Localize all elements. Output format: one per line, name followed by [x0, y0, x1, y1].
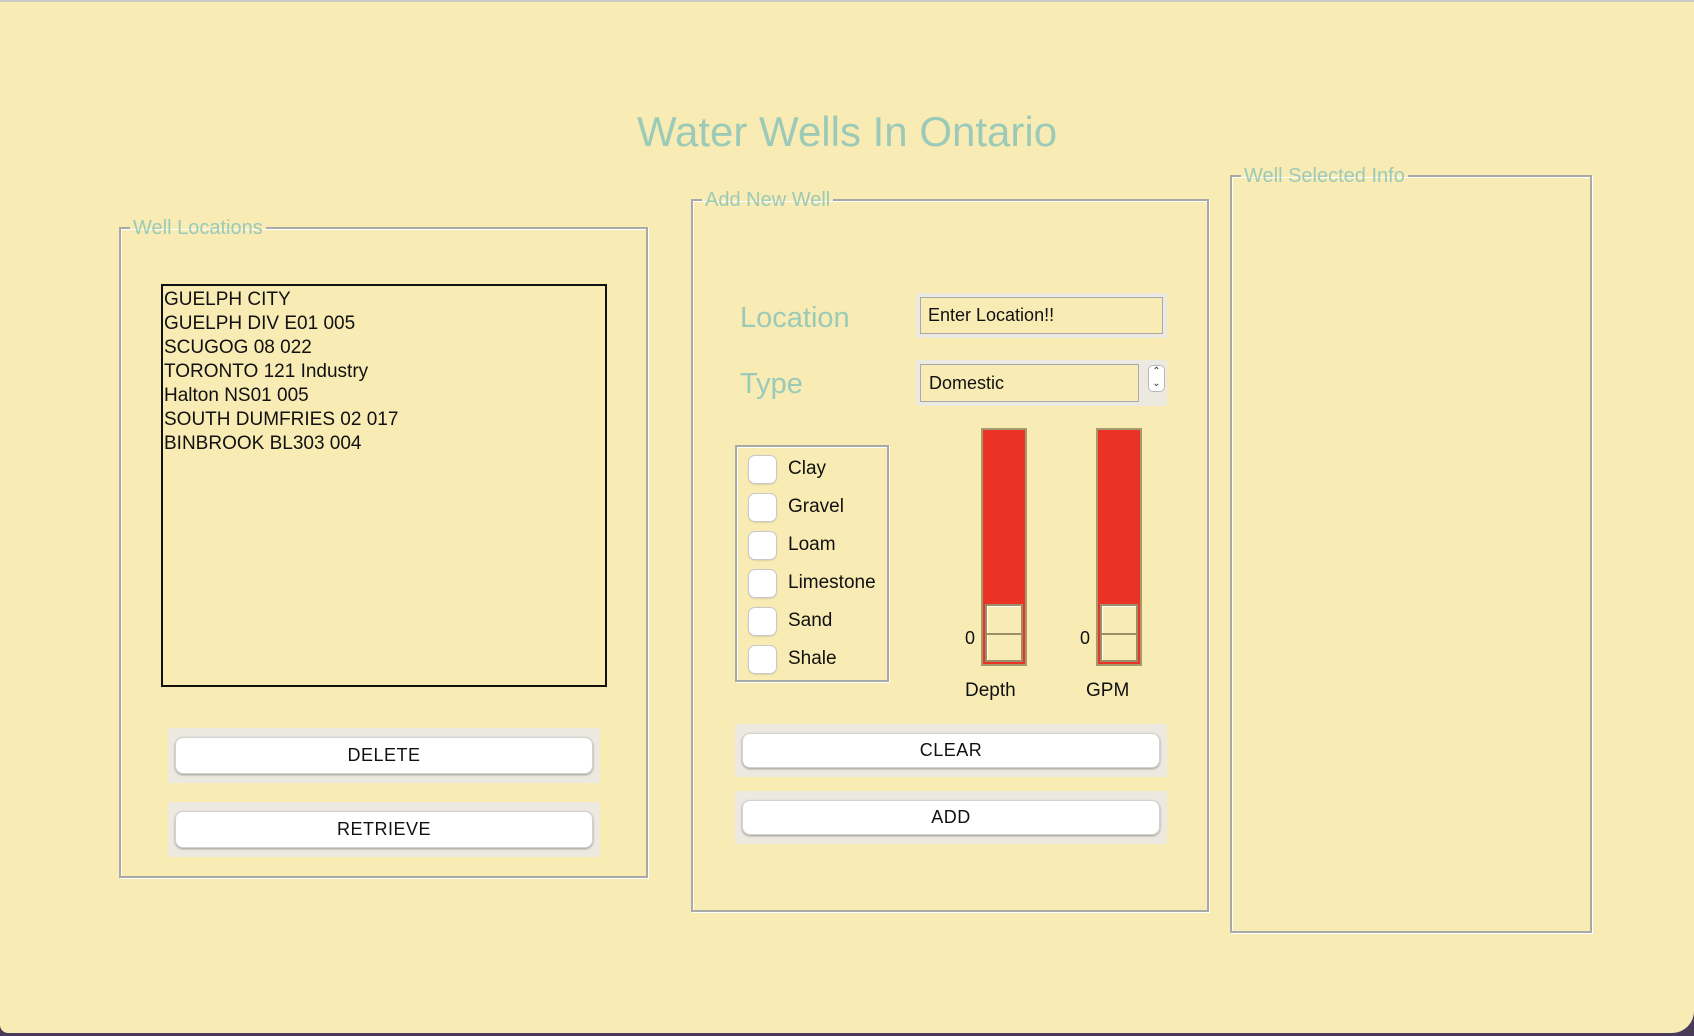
shale-checkbox[interactable]: [749, 645, 776, 673]
well-selected-info-legend: Well Selected Info: [1244, 165, 1405, 187]
depth-slider-thumb[interactable]: [985, 604, 1023, 662]
soil-option-shale[interactable]: Shale: [749, 644, 837, 674]
add-new-well-legend: Add New Well: [705, 189, 831, 211]
retrieve-button[interactable]: RETRIEVE: [175, 811, 593, 848]
depth-label: Depth: [965, 680, 1016, 701]
limestone-checkbox[interactable]: [749, 569, 776, 597]
well-locations-list[interactable]: GUELPH CITY GUELPH DIV E01 005 SCUGOG 08…: [161, 284, 607, 687]
sand-checkbox[interactable]: [749, 607, 776, 635]
list-item[interactable]: Halton NS01 005: [164, 384, 604, 408]
soil-option-limestone[interactable]: Limestone: [749, 568, 876, 598]
well-selected-info-panel: Well Selected Info: [1230, 166, 1592, 933]
loam-label: Loam: [788, 534, 836, 555]
soil-option-loam[interactable]: Loam: [749, 530, 836, 560]
type-stepper-arrows[interactable]: ⌃ ⌄: [1148, 365, 1165, 392]
gpm-value: 0: [1080, 628, 1091, 648]
well-locations-legend: Well Locations: [133, 217, 263, 239]
depth-value: 0: [965, 628, 976, 648]
delete-button-well: DELETE: [168, 728, 600, 783]
delete-button[interactable]: DELETE: [175, 737, 593, 774]
type-field-well: Domestic ⌃ ⌄: [916, 360, 1167, 406]
location-input[interactable]: [920, 297, 1163, 334]
chevron-down-icon[interactable]: ⌄: [1152, 378, 1160, 389]
gpm-slider-thumb[interactable]: [1100, 604, 1138, 662]
clay-label: Clay: [788, 458, 827, 479]
clear-button-well: CLEAR: [735, 724, 1167, 777]
retrieve-button-well: RETRIEVE: [168, 802, 600, 857]
limestone-label: Limestone: [788, 572, 876, 593]
soil-option-clay[interactable]: Clay: [749, 454, 826, 484]
add-button-well: ADD: [735, 791, 1167, 844]
loam-checkbox[interactable]: [749, 531, 776, 559]
add-button[interactable]: ADD: [742, 800, 1160, 835]
page-title: Water Wells In Ontario: [636, 108, 1058, 155]
gravel-checkbox[interactable]: [749, 493, 776, 521]
chevron-up-icon[interactable]: ⌃: [1152, 366, 1160, 377]
clear-button[interactable]: CLEAR: [742, 733, 1160, 768]
soil-types-panel: Clay Gravel Loam Limestone Sand Shale: [735, 445, 889, 682]
list-item[interactable]: BINBROOK BL303 004: [164, 432, 604, 456]
gpm-slider[interactable]: [1096, 428, 1142, 666]
clay-checkbox[interactable]: [749, 455, 776, 483]
location-field-well: [916, 293, 1167, 338]
shale-label: Shale: [788, 648, 837, 669]
soil-option-gravel[interactable]: Gravel: [749, 492, 844, 522]
list-item[interactable]: TORONTO 121 Industry: [164, 360, 604, 384]
type-select[interactable]: Domestic: [920, 364, 1139, 402]
app-window: Water Wells In Ontario Well Locations GU…: [0, 0, 1694, 1033]
gpm-label: GPM: [1086, 680, 1130, 701]
gravel-label: Gravel: [788, 496, 844, 517]
sand-label: Sand: [788, 610, 833, 631]
list-item[interactable]: GUELPH DIV E01 005: [164, 312, 604, 336]
list-item[interactable]: SCUGOG 08 022: [164, 336, 604, 360]
location-label: Location: [740, 302, 850, 334]
depth-slider[interactable]: [981, 428, 1027, 666]
list-item[interactable]: SOUTH DUMFRIES 02 017: [164, 408, 604, 432]
list-item[interactable]: GUELPH CITY: [164, 288, 604, 312]
soil-option-sand[interactable]: Sand: [749, 606, 832, 636]
type-label: Type: [740, 368, 803, 400]
